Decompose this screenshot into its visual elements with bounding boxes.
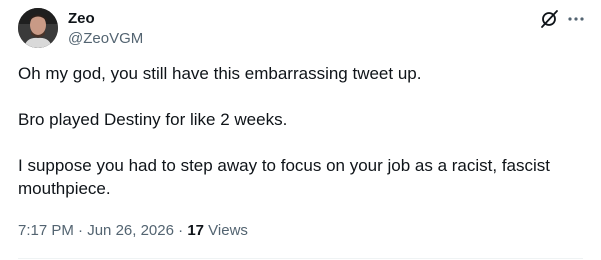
views-count: 17	[187, 222, 204, 239]
more-icon[interactable]	[565, 8, 587, 30]
tweet-paragraph: Bro played Destiny for like 2 weeks.	[18, 110, 288, 129]
author-name[interactable]: Zeo	[68, 10, 95, 28]
tweet-paragraph: Oh my god, you still have this embarrass…	[18, 64, 422, 83]
tweet-paragraph: I suppose you had to step away to focus …	[18, 156, 551, 198]
grok-icon[interactable]	[538, 8, 560, 30]
views-label: Views	[208, 222, 248, 239]
tweet-text: Oh my god, you still have this embarrass…	[18, 62, 583, 200]
author-handle[interactable]: @ZeoVGM	[68, 30, 143, 48]
avatar-photo	[18, 8, 58, 48]
meta-separator: ·	[78, 222, 84, 239]
meta-separator: ·	[178, 222, 184, 239]
avatar[interactable]	[18, 8, 58, 48]
tweet: Zeo @ZeoVGM Oh my god, you still have th…	[0, 0, 601, 260]
tweet-time[interactable]: 7:17 PM	[18, 222, 74, 239]
tweet-metadata: 7:17 PM · Jun 26, 2026 · 17 Views	[18, 222, 248, 240]
divider	[18, 258, 583, 259]
tweet-date[interactable]: Jun 26, 2026	[87, 222, 174, 239]
